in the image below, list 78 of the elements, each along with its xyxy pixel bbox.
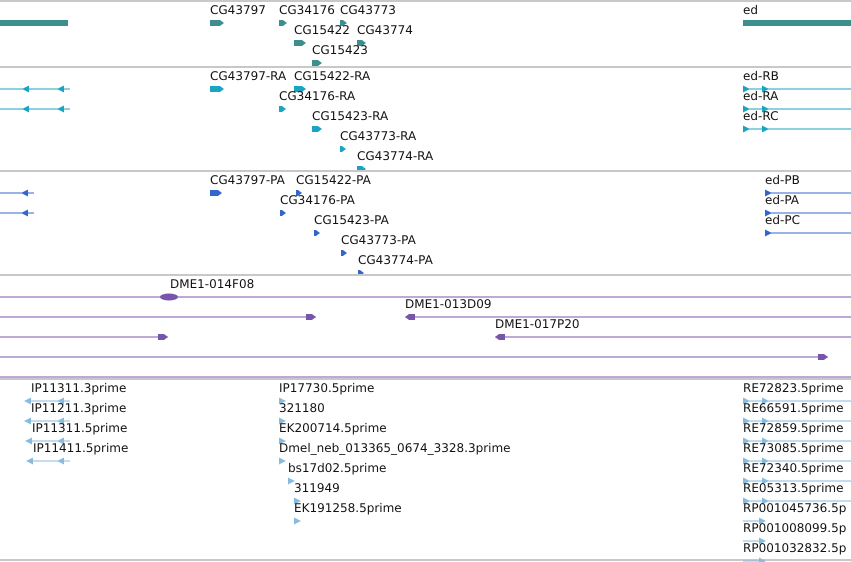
feature-label: RP001045736.5p bbox=[743, 501, 846, 515]
feature-label: CG15422-RA bbox=[294, 69, 370, 83]
feature-label: CG43773-PA bbox=[341, 233, 416, 247]
feature-label: CG15423-RA bbox=[312, 109, 388, 123]
feature-label: DME1-017P20 bbox=[495, 317, 580, 331]
feature-label: CG15422-PA bbox=[296, 173, 371, 187]
feature-label: ed-RA bbox=[743, 89, 778, 103]
feature-label: ed-RC bbox=[743, 109, 778, 123]
feature-label: 321180 bbox=[279, 401, 325, 415]
feature-label: CG43797 bbox=[210, 3, 266, 17]
feature-label: ed-PA bbox=[765, 193, 800, 207]
feature-label: CG43797-PA bbox=[210, 173, 285, 187]
feature-label: CG43773-RA bbox=[340, 129, 416, 143]
feature-label: CG43774-PA bbox=[358, 253, 433, 267]
feature-glyph bbox=[210, 189, 222, 197]
feature-glyph bbox=[357, 39, 366, 47]
feature-glyph bbox=[743, 537, 766, 545]
feature-label: CG43774 bbox=[357, 23, 413, 37]
feature-glyph bbox=[0, 19, 68, 27]
feature-label: Dmel_neb_013365_0674_3328.3prime bbox=[279, 441, 511, 455]
feature-glyph bbox=[312, 59, 322, 67]
feature-label: DME1-013D09 bbox=[405, 297, 492, 311]
feature-glyph bbox=[294, 85, 306, 93]
feature-label: 311949 bbox=[294, 481, 340, 495]
feature-glyph bbox=[26, 457, 70, 465]
feature-glyph bbox=[294, 517, 301, 525]
feature-glyph bbox=[743, 517, 766, 525]
feature-label: bs17d02.5prime bbox=[288, 461, 386, 475]
feature-glyph bbox=[341, 249, 347, 257]
feature-glyph bbox=[296, 189, 302, 197]
feature-glyph bbox=[210, 85, 224, 93]
feature-label: IP11311.5prime bbox=[32, 421, 128, 435]
feature-label: CG43773 bbox=[340, 3, 396, 17]
feature-glyph bbox=[294, 39, 306, 47]
feature-label: CG43797-RA bbox=[210, 69, 286, 83]
feature-label: ed-RB bbox=[743, 69, 779, 83]
feature-glyph bbox=[0, 189, 34, 197]
feature-glyph bbox=[312, 125, 322, 133]
feature-label: CG43774-RA bbox=[357, 149, 434, 163]
feature-glyph bbox=[279, 457, 286, 465]
feature-label: ed-PC bbox=[765, 213, 800, 227]
feature-label: IP11211.3prime bbox=[31, 401, 126, 415]
feature-label: RE66591.5prime bbox=[743, 401, 844, 415]
feature-glyph bbox=[280, 209, 286, 217]
feature-label: RE72859.5prime bbox=[743, 421, 844, 435]
feature-glyph bbox=[314, 229, 320, 237]
feature-label: EK191258.5prime bbox=[294, 501, 402, 515]
feature-glyph bbox=[288, 477, 295, 485]
feature-glyph bbox=[0, 85, 70, 93]
feature-label: IP11411.5prime bbox=[33, 441, 128, 455]
feature-glyph bbox=[357, 165, 366, 173]
feature-glyph bbox=[358, 269, 364, 277]
feature-glyph bbox=[210, 19, 224, 27]
feature-label: RE72823.5prime bbox=[743, 381, 844, 395]
feature-label: RE05313.5prime bbox=[743, 481, 844, 495]
feature-glyph bbox=[0, 105, 70, 113]
feature-label: RP001032832.5p bbox=[743, 541, 846, 555]
feature-glyph bbox=[340, 19, 347, 27]
feature-glyph bbox=[279, 19, 287, 27]
feature-label: DME1-014F08 bbox=[170, 277, 254, 291]
feature-label: CG34176-PA bbox=[280, 193, 355, 207]
feature-label: CG15423-PA bbox=[314, 213, 389, 227]
feature-label: IP11311.3prime bbox=[31, 381, 126, 395]
feature-label: ed bbox=[743, 3, 758, 17]
feature-label: CG34176-RA bbox=[279, 89, 356, 103]
feature-glyph bbox=[0, 209, 34, 217]
feature-glyph bbox=[279, 397, 286, 405]
feature-glyph bbox=[279, 105, 286, 113]
feature-label: CG15422 bbox=[294, 23, 350, 37]
feature-label: ed-PB bbox=[765, 173, 800, 187]
feature-label: RE73085.5prime bbox=[743, 441, 844, 455]
feature-label: RE72340.5prime bbox=[743, 461, 844, 475]
feature-glyph bbox=[340, 145, 346, 153]
feature-label: IP17730.5prime bbox=[279, 381, 374, 395]
feature-label: CG34176 bbox=[279, 3, 335, 17]
feature-label: RP001008099.5p bbox=[743, 521, 846, 535]
feature-label: EK200714.5prime bbox=[279, 421, 387, 435]
feature-label: CG15423 bbox=[312, 43, 368, 57]
